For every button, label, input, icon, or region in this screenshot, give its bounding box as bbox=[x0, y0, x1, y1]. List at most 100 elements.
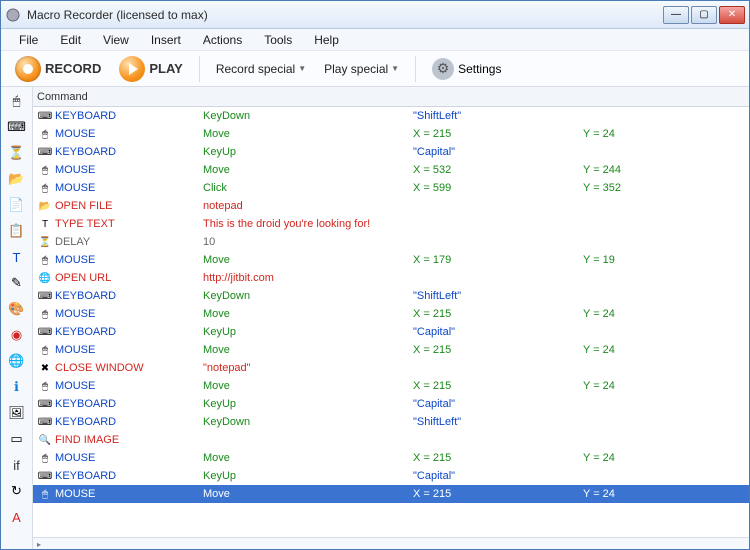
command-arg1: KeyDown bbox=[203, 416, 413, 428]
command-arg1: "notepad" bbox=[203, 362, 413, 374]
menu-file[interactable]: File bbox=[9, 31, 48, 49]
table-row[interactable]: ⌨KEYBOARDKeyUp"Capital" bbox=[33, 323, 749, 341]
command-arg3: Y = 24 bbox=[583, 308, 749, 320]
table-row[interactable]: 🖱MOUSEClickX = 599Y = 352 bbox=[33, 179, 749, 197]
row-icon: 🖱 bbox=[37, 129, 53, 140]
menu-insert[interactable]: Insert bbox=[141, 31, 191, 49]
table-row[interactable]: TTYPE TEXTThis is the droid you're looki… bbox=[33, 215, 749, 233]
info-tool[interactable]: ℹ bbox=[7, 377, 27, 397]
table-row[interactable]: 🔍FIND IMAGE bbox=[33, 431, 749, 449]
minimize-button[interactable]: — bbox=[663, 6, 689, 24]
table-row[interactable]: ⌨KEYBOARDKeyDown"ShiftLeft" bbox=[33, 287, 749, 305]
command-arg3: Y = 24 bbox=[583, 344, 749, 356]
command-arg1: Move bbox=[203, 308, 413, 320]
table-row[interactable]: ⌨KEYBOARDKeyDown"ShiftLeft" bbox=[33, 107, 749, 125]
grid-footer: ▸ bbox=[33, 537, 749, 549]
table-row[interactable]: 🖱MOUSEMoveX = 532Y = 244 bbox=[33, 161, 749, 179]
play-icon bbox=[119, 56, 145, 82]
paste-tool[interactable]: 📋 bbox=[7, 221, 27, 241]
row-icon: 🖱 bbox=[37, 183, 53, 194]
command-arg3: Y = 24 bbox=[583, 488, 749, 500]
maximize-button[interactable]: ▢ bbox=[691, 6, 717, 24]
gear-icon bbox=[432, 58, 454, 80]
label-tool[interactable]: A bbox=[7, 507, 27, 527]
row-icon: 🌐 bbox=[37, 273, 53, 284]
command-arg1: KeyUp bbox=[203, 470, 413, 482]
row-icon: ⌨ bbox=[37, 417, 53, 428]
table-row[interactable]: 🖱MOUSEMoveX = 215Y = 24 bbox=[33, 305, 749, 323]
record-special-label: Record special bbox=[216, 62, 295, 76]
row-icon: T bbox=[37, 219, 53, 230]
condition-tool[interactable]: if bbox=[7, 455, 27, 475]
command-name: KEYBOARD bbox=[53, 290, 203, 302]
menu-tools[interactable]: Tools bbox=[254, 31, 302, 49]
settings-label: Settings bbox=[458, 62, 501, 76]
menu-edit[interactable]: Edit bbox=[50, 31, 91, 49]
table-row[interactable]: 🖱MOUSEMoveX = 215Y = 24 bbox=[33, 377, 749, 395]
grid-header[interactable]: Command bbox=[33, 87, 749, 107]
table-row[interactable]: 🖱MOUSEMoveX = 179Y = 19 bbox=[33, 251, 749, 269]
edit-tool[interactable]: ✎ bbox=[7, 273, 27, 293]
command-name: TYPE TEXT bbox=[53, 218, 203, 230]
table-row[interactable]: 🖱MOUSEMoveX = 215Y = 24 bbox=[33, 485, 749, 503]
copy-tool[interactable]: 📄 bbox=[7, 195, 27, 215]
delay-tool[interactable]: ⏳ bbox=[7, 143, 27, 163]
close-button[interactable]: ✕ bbox=[719, 6, 745, 24]
row-icon: 🖱 bbox=[37, 309, 53, 320]
open-file-tool[interactable]: 📂 bbox=[7, 169, 27, 189]
table-row[interactable]: ⌨KEYBOARDKeyDown"ShiftLeft" bbox=[33, 413, 749, 431]
table-row[interactable]: ✖CLOSE WINDOW"notepad" bbox=[33, 359, 749, 377]
command-arg2: X = 215 bbox=[413, 452, 583, 464]
image-tool[interactable]: 🖼 bbox=[7, 403, 27, 423]
window-tool[interactable]: ▭ bbox=[7, 429, 27, 449]
globe-tool[interactable]: 🌐 bbox=[7, 351, 27, 371]
command-name: MOUSE bbox=[53, 344, 203, 356]
table-row[interactable]: 📂OPEN FILEnotepad bbox=[33, 197, 749, 215]
table-row[interactable]: 🖱MOUSEMoveX = 215Y = 24 bbox=[33, 125, 749, 143]
row-icon: 🖱 bbox=[37, 489, 53, 500]
command-arg3: Y = 352 bbox=[583, 182, 749, 194]
row-icon: 🖱 bbox=[37, 165, 53, 176]
command-arg2: "Capital" bbox=[413, 398, 583, 410]
command-arg2: "Capital" bbox=[413, 470, 583, 482]
command-arg2: "ShiftLeft" bbox=[413, 290, 583, 302]
command-name: MOUSE bbox=[53, 128, 203, 140]
row-icon: 🔍 bbox=[37, 435, 53, 446]
table-row[interactable]: ⌨KEYBOARDKeyUp"Capital" bbox=[33, 467, 749, 485]
table-row[interactable]: ⏳DELAY10 bbox=[33, 233, 749, 251]
command-arg1: KeyDown bbox=[203, 290, 413, 302]
play-special-dropdown[interactable]: Play special ▼ bbox=[318, 58, 405, 80]
grid-body[interactable]: ⌨KEYBOARDKeyDown"ShiftLeft"🖱MOUSEMoveX =… bbox=[33, 107, 749, 537]
table-row[interactable]: ⌨KEYBOARDKeyUp"Capital" bbox=[33, 395, 749, 413]
settings-button[interactable]: Settings bbox=[426, 56, 507, 82]
menu-help[interactable]: Help bbox=[304, 31, 349, 49]
command-name: KEYBOARD bbox=[53, 398, 203, 410]
command-arg1: This is the droid you're looking for! bbox=[203, 218, 413, 230]
command-name: MOUSE bbox=[53, 380, 203, 392]
command-arg1: KeyDown bbox=[203, 110, 413, 122]
color-tool[interactable]: 🎨 bbox=[7, 299, 27, 319]
record-button[interactable]: RECORD bbox=[9, 54, 107, 84]
expand-icon[interactable]: ▸ bbox=[37, 540, 41, 549]
command-arg1: KeyUp bbox=[203, 146, 413, 158]
menu-actions[interactable]: Actions bbox=[193, 31, 252, 49]
menu-view[interactable]: View bbox=[93, 31, 139, 49]
table-row[interactable]: 🌐OPEN URLhttp://jitbit.com bbox=[33, 269, 749, 287]
command-arg2: "ShiftLeft" bbox=[413, 416, 583, 428]
command-arg2: X = 532 bbox=[413, 164, 583, 176]
type-text-tool[interactable]: T bbox=[7, 247, 27, 267]
table-row[interactable]: ⌨KEYBOARDKeyUp"Capital" bbox=[33, 143, 749, 161]
command-arg2: X = 215 bbox=[413, 488, 583, 500]
record-special-dropdown[interactable]: Record special ▼ bbox=[210, 58, 312, 80]
table-row[interactable]: 🖱MOUSEMoveX = 215Y = 24 bbox=[33, 449, 749, 467]
record-tool[interactable]: ◉ bbox=[7, 325, 27, 345]
play-button[interactable]: PLAY bbox=[113, 54, 188, 84]
table-row[interactable]: 🖱MOUSEMoveX = 215Y = 24 bbox=[33, 341, 749, 359]
row-icon: ⌨ bbox=[37, 111, 53, 122]
loop-tool[interactable]: ↻ bbox=[7, 481, 27, 501]
mouse-tool[interactable]: 🖱 bbox=[7, 91, 27, 111]
row-icon: ⌨ bbox=[37, 291, 53, 302]
window-title: Macro Recorder (licensed to max) bbox=[27, 8, 663, 22]
keyboard-tool[interactable]: ⌨ bbox=[7, 117, 27, 137]
command-name: OPEN URL bbox=[53, 272, 203, 284]
